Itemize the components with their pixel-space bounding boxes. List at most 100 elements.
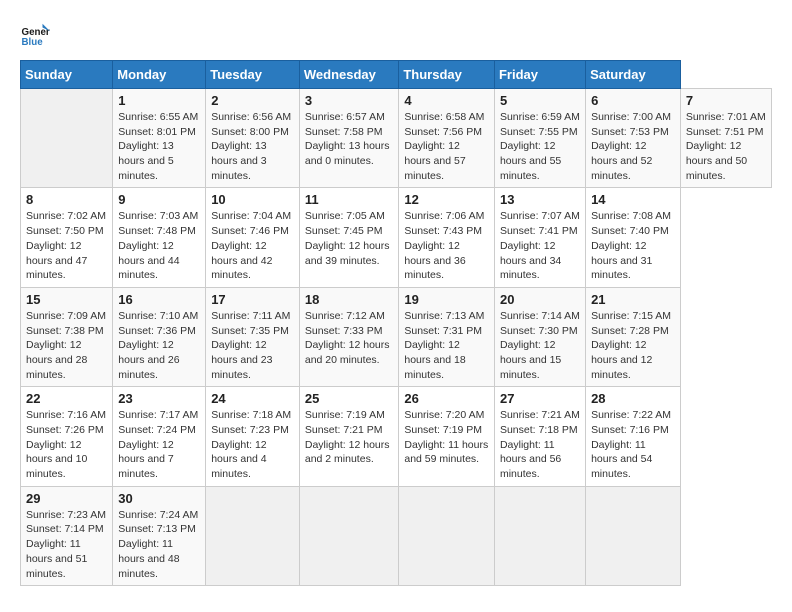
day-number: 13 (500, 192, 580, 207)
day-info: Sunrise: 7:02 AMSunset: 7:50 PMDaylight:… (26, 209, 107, 282)
day-info: Sunrise: 6:55 AMSunset: 8:01 PMDaylight:… (118, 110, 200, 183)
day-info: Sunrise: 6:56 AMSunset: 8:00 PMDaylight:… (211, 110, 294, 183)
day-info: Sunrise: 7:15 AMSunset: 7:28 PMDaylight:… (591, 309, 675, 382)
calendar-table: SundayMondayTuesdayWednesdayThursdayFrid… (20, 60, 772, 586)
calendar-cell: 16 Sunrise: 7:10 AMSunset: 7:36 PMDayligh… (113, 287, 206, 386)
day-info: Sunrise: 6:59 AMSunset: 7:55 PMDaylight:… (500, 110, 580, 183)
day-info: Sunrise: 7:11 AMSunset: 7:35 PMDaylight:… (211, 309, 294, 382)
day-info: Sunrise: 7:14 AMSunset: 7:30 PMDaylight:… (500, 309, 580, 382)
day-info: Sunrise: 7:08 AMSunset: 7:40 PMDaylight:… (591, 209, 675, 282)
day-of-week-header: Friday (494, 61, 585, 89)
day-info: Sunrise: 7:00 AMSunset: 7:53 PMDaylight:… (591, 110, 675, 183)
day-number: 18 (305, 292, 394, 307)
days-of-week-row: SundayMondayTuesdayWednesdayThursdayFrid… (21, 61, 772, 89)
calendar-cell: 10 Sunrise: 7:04 AMSunset: 7:46 PMDayligh… (206, 188, 300, 287)
calendar-cell (299, 486, 399, 585)
day-number: 15 (26, 292, 107, 307)
day-info: Sunrise: 7:23 AMSunset: 7:14 PMDaylight:… (26, 508, 107, 581)
day-of-week-header: Wednesday (299, 61, 399, 89)
day-number: 22 (26, 391, 107, 406)
day-number: 26 (404, 391, 489, 406)
day-of-week-header: Saturday (586, 61, 681, 89)
calendar-cell: 21 Sunrise: 7:15 AMSunset: 7:28 PMDayligh… (586, 287, 681, 386)
day-number: 14 (591, 192, 675, 207)
calendar-cell (586, 486, 681, 585)
calendar-cell (206, 486, 300, 585)
calendar-cell: 26 Sunrise: 7:20 AMSunset: 7:19 PMDayligh… (399, 387, 495, 486)
calendar-cell: 24 Sunrise: 7:18 AMSunset: 7:23 PMDayligh… (206, 387, 300, 486)
calendar-cell: 6 Sunrise: 7:00 AMSunset: 7:53 PMDaylight… (586, 89, 681, 188)
day-number: 29 (26, 491, 107, 506)
calendar-cell: 2 Sunrise: 6:56 AMSunset: 8:00 PMDaylight… (206, 89, 300, 188)
day-number: 21 (591, 292, 675, 307)
calendar-cell: 7 Sunrise: 7:01 AMSunset: 7:51 PMDaylight… (680, 89, 771, 188)
calendar-cell: 23 Sunrise: 7:17 AMSunset: 7:24 PMDayligh… (113, 387, 206, 486)
day-of-week-header: Sunday (21, 61, 113, 89)
day-number: 30 (118, 491, 200, 506)
calendar-cell: 20Sunrise: 7:14 AMSunset: 7:30 PMDayligh… (494, 287, 585, 386)
day-number: 24 (211, 391, 294, 406)
day-number: 8 (26, 192, 107, 207)
calendar-cell: 29 Sunrise: 7:23 AMSunset: 7:14 PMDayligh… (21, 486, 113, 585)
day-number: 5 (500, 93, 580, 108)
day-info: Sunrise: 7:12 AMSunset: 7:33 PMDaylight:… (305, 309, 394, 368)
calendar-cell: 28Sunrise: 7:22 AMSunset: 7:16 PMDayligh… (586, 387, 681, 486)
day-number: 11 (305, 192, 394, 207)
calendar-cell (494, 486, 585, 585)
day-number: 16 (118, 292, 200, 307)
day-number: 25 (305, 391, 394, 406)
day-info: Sunrise: 7:10 AMSunset: 7:36 PMDaylight:… (118, 309, 200, 382)
calendar-cell: 1Sunrise: 6:55 AMSunset: 8:01 PMDaylight… (113, 89, 206, 188)
calendar-cell: 5 Sunrise: 6:59 AMSunset: 7:55 PMDaylight… (494, 89, 585, 188)
day-number: 7 (686, 93, 766, 108)
day-info: Sunrise: 7:24 AMSunset: 7:13 PMDaylight:… (118, 508, 200, 581)
day-number: 2 (211, 93, 294, 108)
day-info: Sunrise: 7:03 AMSunset: 7:48 PMDaylight:… (118, 209, 200, 282)
calendar-cell: 4 Sunrise: 6:58 AMSunset: 7:56 PMDaylight… (399, 89, 495, 188)
day-number: 6 (591, 93, 675, 108)
calendar-header: SundayMondayTuesdayWednesdayThursdayFrid… (21, 61, 772, 89)
day-info: Sunrise: 6:58 AMSunset: 7:56 PMDaylight:… (404, 110, 489, 183)
calendar-week-row: 1Sunrise: 6:55 AMSunset: 8:01 PMDaylight… (21, 89, 772, 188)
day-info: Sunrise: 7:17 AMSunset: 7:24 PMDaylight:… (118, 408, 200, 481)
calendar-week-row: 8 Sunrise: 7:02 AMSunset: 7:50 PMDaylight… (21, 188, 772, 287)
day-number: 10 (211, 192, 294, 207)
calendar-cell: 12Sunrise: 7:06 AMSunset: 7:43 PMDayligh… (399, 188, 495, 287)
day-info: Sunrise: 7:21 AMSunset: 7:18 PMDaylight:… (500, 408, 580, 481)
day-number: 23 (118, 391, 200, 406)
day-of-week-header: Tuesday (206, 61, 300, 89)
day-info: Sunrise: 7:06 AMSunset: 7:43 PMDaylight:… (404, 209, 489, 282)
day-info: Sunrise: 6:57 AMSunset: 7:58 PMDaylight:… (305, 110, 394, 169)
calendar-cell: 13 Sunrise: 7:07 AMSunset: 7:41 PMDayligh… (494, 188, 585, 287)
svg-text:Blue: Blue (22, 37, 44, 48)
day-info: Sunrise: 7:01 AMSunset: 7:51 PMDaylight:… (686, 110, 766, 183)
calendar-cell: 3 Sunrise: 6:57 AMSunset: 7:58 PMDaylight… (299, 89, 399, 188)
day-number: 17 (211, 292, 294, 307)
calendar-week-row: 15Sunrise: 7:09 AMSunset: 7:38 PMDayligh… (21, 287, 772, 386)
day-number: 27 (500, 391, 580, 406)
day-info: Sunrise: 7:04 AMSunset: 7:46 PMDaylight:… (211, 209, 294, 282)
calendar-cell: 14 Sunrise: 7:08 AMSunset: 7:40 PMDayligh… (586, 188, 681, 287)
calendar-cell: 9Sunrise: 7:03 AMSunset: 7:48 PMDaylight… (113, 188, 206, 287)
day-info: Sunrise: 7:07 AMSunset: 7:41 PMDaylight:… (500, 209, 580, 282)
day-info: Sunrise: 7:22 AMSunset: 7:16 PMDaylight:… (591, 408, 675, 481)
calendar-cell (399, 486, 495, 585)
day-info: Sunrise: 7:18 AMSunset: 7:23 PMDaylight:… (211, 408, 294, 481)
calendar-cell: 30 Sunrise: 7:24 AMSunset: 7:13 PMDayligh… (113, 486, 206, 585)
calendar-cell: 17 Sunrise: 7:11 AMSunset: 7:35 PMDayligh… (206, 287, 300, 386)
day-info: Sunrise: 7:13 AMSunset: 7:31 PMDaylight:… (404, 309, 489, 382)
day-info: Sunrise: 7:20 AMSunset: 7:19 PMDaylight:… (404, 408, 489, 467)
day-number: 4 (404, 93, 489, 108)
calendar-cell: 25 Sunrise: 7:19 AMSunset: 7:21 PMDayligh… (299, 387, 399, 486)
calendar-cell: 8 Sunrise: 7:02 AMSunset: 7:50 PMDaylight… (21, 188, 113, 287)
page-header: General Blue (20, 20, 772, 50)
logo-icon: General Blue (20, 20, 50, 50)
calendar-cell: 27 Sunrise: 7:21 AMSunset: 7:18 PMDayligh… (494, 387, 585, 486)
day-of-week-header: Thursday (399, 61, 495, 89)
day-info: Sunrise: 7:19 AMSunset: 7:21 PMDaylight:… (305, 408, 394, 467)
day-number: 3 (305, 93, 394, 108)
calendar-cell: 18 Sunrise: 7:12 AMSunset: 7:33 PMDayligh… (299, 287, 399, 386)
calendar-week-row: 29 Sunrise: 7:23 AMSunset: 7:14 PMDayligh… (21, 486, 772, 585)
day-number: 19 (404, 292, 489, 307)
day-of-week-header: Monday (113, 61, 206, 89)
